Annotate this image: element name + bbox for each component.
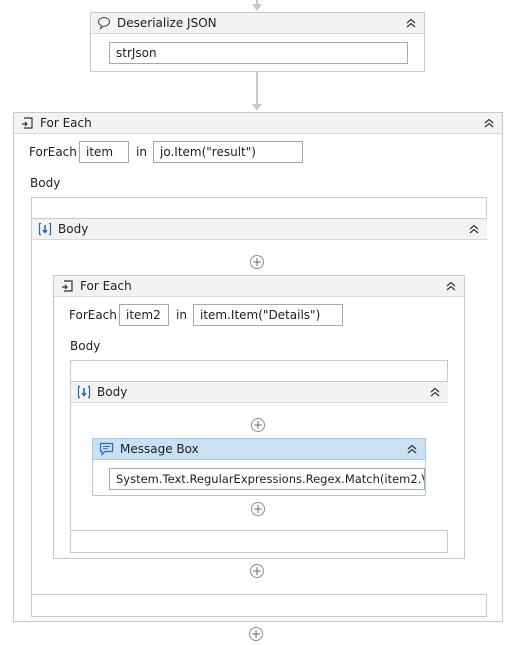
message-box-activity[interactable]: Message Box System.Text.RegularExpressio… bbox=[92, 438, 426, 496]
for-each-icon bbox=[20, 116, 34, 130]
collapse-icon[interactable] bbox=[444, 279, 458, 293]
message-box-icon bbox=[99, 442, 114, 456]
json-string-value: strJson bbox=[116, 46, 157, 60]
add-activity-plus-icon[interactable]: + bbox=[250, 564, 264, 578]
message-text-input[interactable]: System.Text.RegularExpressions.Regex.Mat… bbox=[109, 468, 425, 490]
collection-input[interactable]: jo.Item("result") bbox=[153, 141, 303, 163]
sequence-header[interactable]: Body bbox=[32, 219, 487, 240]
activity-header[interactable]: Message Box bbox=[93, 439, 425, 460]
sequence-title: Body bbox=[58, 222, 89, 236]
body-sequence[interactable]: Body + For Each ForEach item2 in item.It… bbox=[32, 218, 487, 595]
item-variable-input[interactable]: item bbox=[79, 141, 129, 163]
for-each-icon bbox=[60, 279, 74, 293]
json-deserialize-icon bbox=[97, 16, 111, 30]
add-activity-plus-icon[interactable]: + bbox=[251, 502, 265, 516]
activity-title: For Each bbox=[40, 116, 92, 130]
sequence-header[interactable]: Body bbox=[71, 382, 448, 403]
activity-header[interactable]: Deserialize JSON bbox=[91, 13, 424, 34]
activity-header[interactable]: For Each bbox=[54, 276, 464, 297]
activity-title: For Each bbox=[80, 279, 132, 293]
add-activity-plus-icon[interactable]: + bbox=[251, 418, 265, 432]
collection-value: item.Item("Details") bbox=[200, 308, 321, 322]
sequence-icon bbox=[38, 222, 52, 236]
activity-header[interactable]: For Each bbox=[14, 113, 502, 134]
sequence-title: Body bbox=[97, 385, 128, 399]
collection-value: jo.Item("result") bbox=[160, 145, 256, 159]
add-activity-plus-icon[interactable]: + bbox=[249, 627, 263, 641]
in-label: in bbox=[136, 145, 147, 159]
for-each-activity-inner[interactable]: For Each ForEach item2 in item.Item("Det… bbox=[53, 275, 465, 559]
add-activity-plus-icon[interactable]: + bbox=[250, 255, 264, 269]
collapse-icon[interactable] bbox=[467, 222, 481, 236]
item-variable-value: item bbox=[86, 145, 114, 159]
body-label: Body bbox=[30, 176, 61, 190]
item-variable-value: item2 bbox=[126, 308, 161, 322]
body-container[interactable]: Body + For Each ForEach item2 in item.It… bbox=[31, 197, 487, 617]
for-each-activity-outer[interactable]: For Each ForEach item in jo.Item("result… bbox=[13, 112, 503, 622]
collection-input[interactable]: item.Item("Details") bbox=[193, 304, 343, 326]
message-text-value: System.Text.RegularExpressions.Regex.Mat… bbox=[116, 472, 425, 486]
in-label: in bbox=[176, 308, 187, 322]
body-sequence[interactable]: Body + Message Box System.Text.RegularEx… bbox=[71, 381, 448, 531]
json-string-input[interactable]: strJson bbox=[109, 42, 408, 64]
foreach-label: ForEach bbox=[69, 308, 117, 322]
item-variable-input[interactable]: item2 bbox=[119, 304, 169, 326]
connector-arrow bbox=[252, 4, 262, 11]
body-label: Body bbox=[70, 339, 101, 353]
connector-line bbox=[256, 72, 258, 104]
collapse-icon[interactable] bbox=[405, 442, 419, 456]
activity-title: Deserialize JSON bbox=[117, 16, 217, 30]
body-container[interactable]: Body + Message Box System.Text.RegularEx… bbox=[70, 360, 448, 553]
activity-title: Message Box bbox=[120, 442, 199, 456]
foreach-label: ForEach bbox=[29, 145, 77, 159]
deserialize-json-activity[interactable]: Deserialize JSON strJson bbox=[90, 12, 425, 72]
connector-arrow bbox=[252, 104, 262, 111]
collapse-icon[interactable] bbox=[428, 385, 442, 399]
collapse-icon[interactable] bbox=[482, 116, 496, 130]
sequence-icon bbox=[77, 385, 91, 399]
collapse-icon[interactable] bbox=[404, 16, 418, 30]
